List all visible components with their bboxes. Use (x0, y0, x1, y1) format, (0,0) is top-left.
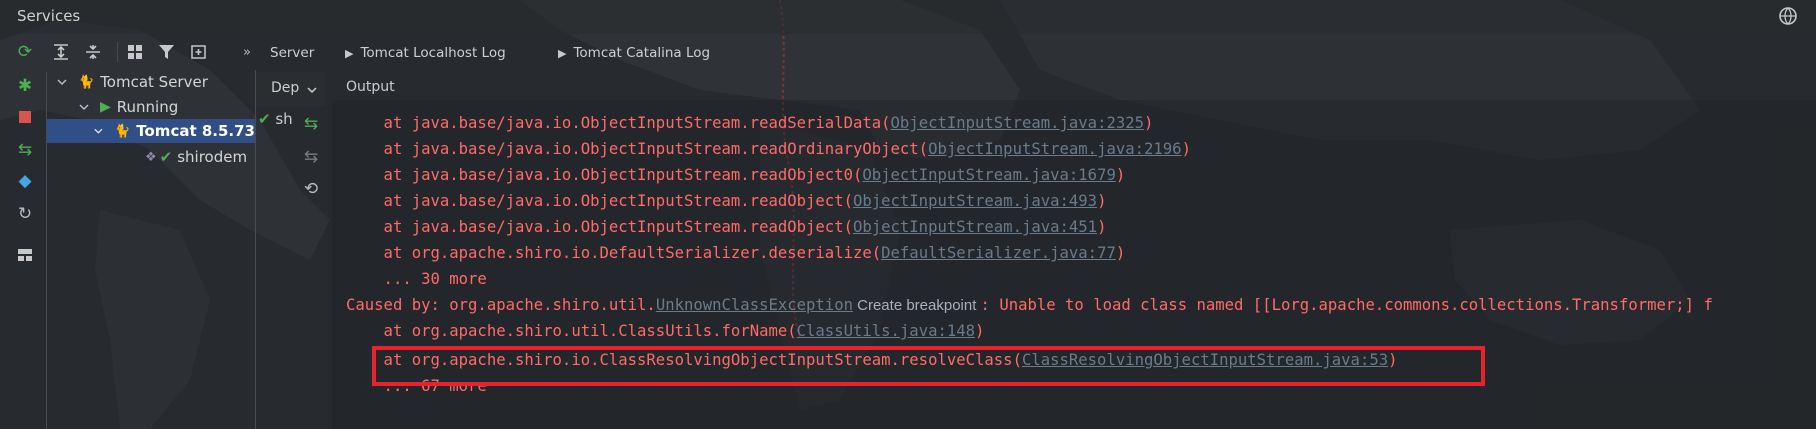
stack-text: ) (1097, 218, 1107, 236)
stack-line: ... 30 more (346, 270, 487, 294)
deployment-dropdown[interactable]: Dep (256, 72, 326, 106)
stack-line: at org.apache.shiro.util.ClassUtils.forN… (346, 322, 985, 346)
stack-text: at java.base/java.io.ObjectInputStream.r… (346, 114, 891, 132)
highlight-annotation-box (372, 346, 1485, 386)
layout-icon[interactable] (14, 244, 36, 266)
globe-icon[interactable] (1778, 6, 1798, 26)
tree-node-tomcat-instance[interactable]: 🐈 Tomcat 8.5.73 (47, 119, 255, 143)
stack-text: : Unable to load class named [[Lorg.apac… (980, 296, 1713, 314)
stack-line: at java.base/java.io.ObjectInputStream.r… (346, 192, 1107, 216)
stack-text: at org.apache.shiro.io.DefaultSerializer… (346, 244, 882, 262)
filter-icon[interactable] (156, 41, 178, 63)
stop-icon[interactable] (14, 106, 36, 128)
artifact-icon: ❖ (145, 149, 157, 165)
source-link[interactable]: ObjectInputStream.java:1679 (862, 166, 1115, 184)
stack-text: ) (1115, 166, 1126, 184)
stack-line: at java.base/java.io.ObjectInputStream.r… (346, 140, 1191, 164)
tree-label-running: Running (116, 98, 179, 116)
stack-line: at java.base/java.io.ObjectInputStream.r… (346, 114, 1154, 138)
stack-text: ) (975, 322, 985, 340)
source-link[interactable]: DefaultSerializer.java:77 (881, 244, 1116, 262)
source-link[interactable]: ObjectInputStream.java:493 (853, 192, 1097, 210)
deploy-icon[interactable]: ⇆ (14, 139, 36, 161)
tab-server[interactable]: Server (270, 36, 314, 70)
tomcat-icon: 🐈 (78, 74, 95, 90)
log-tab-icon: ▶ (345, 46, 354, 60)
window-title: Services (17, 7, 81, 25)
tree-label-instance: Tomcat 8.5.73 (136, 122, 255, 140)
rerun-icon[interactable]: ✱ (14, 75, 36, 97)
chevron-down-icon[interactable] (56, 76, 68, 88)
source-link[interactable]: ObjectInputStream.java:2196 (928, 140, 1181, 158)
tab-label: Tomcat Catalina Log (573, 45, 711, 61)
more-chevrons-icon[interactable]: » (236, 41, 258, 63)
tomcat-icon: 🐈 (114, 123, 131, 139)
stack-line: at java.base/java.io.ObjectInputStream.r… (346, 166, 1126, 190)
create-breakpoint-hint[interactable]: Create breakpoint (853, 297, 981, 314)
stack-text: ) (1181, 140, 1191, 158)
add-service-icon[interactable] (188, 41, 210, 63)
stack-text: ) (1097, 192, 1107, 210)
tree-node-artifact[interactable]: ❖ ✔ shirodem (145, 145, 247, 169)
stack-text: ... 30 more (346, 270, 487, 288)
stack-text: Caused by: org.apache.shiro.util. (346, 296, 656, 314)
group-by-icon[interactable] (124, 41, 146, 63)
deployment-label: Dep (271, 80, 300, 96)
tab-label: Tomcat Localhost Log (360, 45, 506, 61)
deployment-item[interactable]: ✔ sh (258, 110, 293, 128)
log-tab-icon: ▶ (558, 46, 567, 60)
undeploy-icon[interactable]: ⇆ (300, 146, 322, 168)
tab-server-label: Server (270, 45, 315, 61)
chevron-down-icon (307, 87, 317, 94)
chevron-down-icon[interactable] (93, 125, 104, 137)
stack-text: ) (1115, 244, 1126, 262)
reload-icon[interactable]: ↻ (14, 203, 36, 225)
chevron-down-icon[interactable] (78, 101, 90, 113)
stack-text: at java.base/java.io.ObjectInputStream.r… (346, 140, 929, 158)
collapse-all-icon[interactable] (82, 41, 104, 63)
source-link[interactable]: ClassUtils.java:148 (797, 322, 975, 340)
check-icon: ✔ (159, 148, 173, 166)
tree-node-tomcat-server[interactable]: 🐈 Tomcat Server (56, 70, 208, 94)
stack-text: at java.base/java.io.ObjectInputStream.r… (346, 192, 853, 210)
services-title-bar: Services (0, 0, 1816, 34)
stack-text: ) (1144, 114, 1154, 132)
check-icon: ✔ (258, 110, 271, 128)
tree-label-artifact: shirodem (177, 148, 248, 166)
stack-line: at org.apache.shiro.io.DefaultSerializer… (346, 244, 1126, 268)
source-link[interactable]: ObjectInputStream.java:451 (853, 218, 1097, 236)
output-label: Output (346, 79, 395, 95)
deployment-item-label: sh (275, 110, 293, 128)
stack-text: at java.base/java.io.ObjectInputStream.r… (346, 218, 853, 236)
stack-text: at java.base/java.io.ObjectInputStream.r… (346, 166, 863, 184)
stack-text: at org.apache.shiro.util.ClassUtils.forN… (346, 322, 797, 340)
expand-all-icon[interactable] (50, 41, 72, 63)
tab-tomcat-localhost-log[interactable]: ▶ Tomcat Localhost Log (345, 36, 506, 70)
run-icon: ▶ (100, 99, 111, 115)
source-link[interactable]: ObjectInputStream.java:2325 (891, 114, 1144, 132)
debug-icon[interactable]: ◆ (14, 170, 36, 192)
tree-node-running[interactable]: ▶ Running (78, 95, 178, 119)
refresh-deployment-icon[interactable]: ⟲ (300, 178, 322, 200)
tree-label-root: Tomcat Server (100, 73, 208, 91)
stack-line: at java.base/java.io.ObjectInputStream.r… (346, 218, 1107, 242)
deploy-all-icon[interactable]: ⇆ (300, 113, 322, 135)
exception-link[interactable]: UnknownClassException (656, 296, 853, 314)
refresh-icon[interactable]: ⟳ (14, 41, 36, 63)
tab-tomcat-catalina-log[interactable]: ▶ Tomcat Catalina Log (558, 36, 710, 70)
caused-by-line: Caused by: org.apache.shiro.util.Unknown… (346, 296, 1713, 320)
